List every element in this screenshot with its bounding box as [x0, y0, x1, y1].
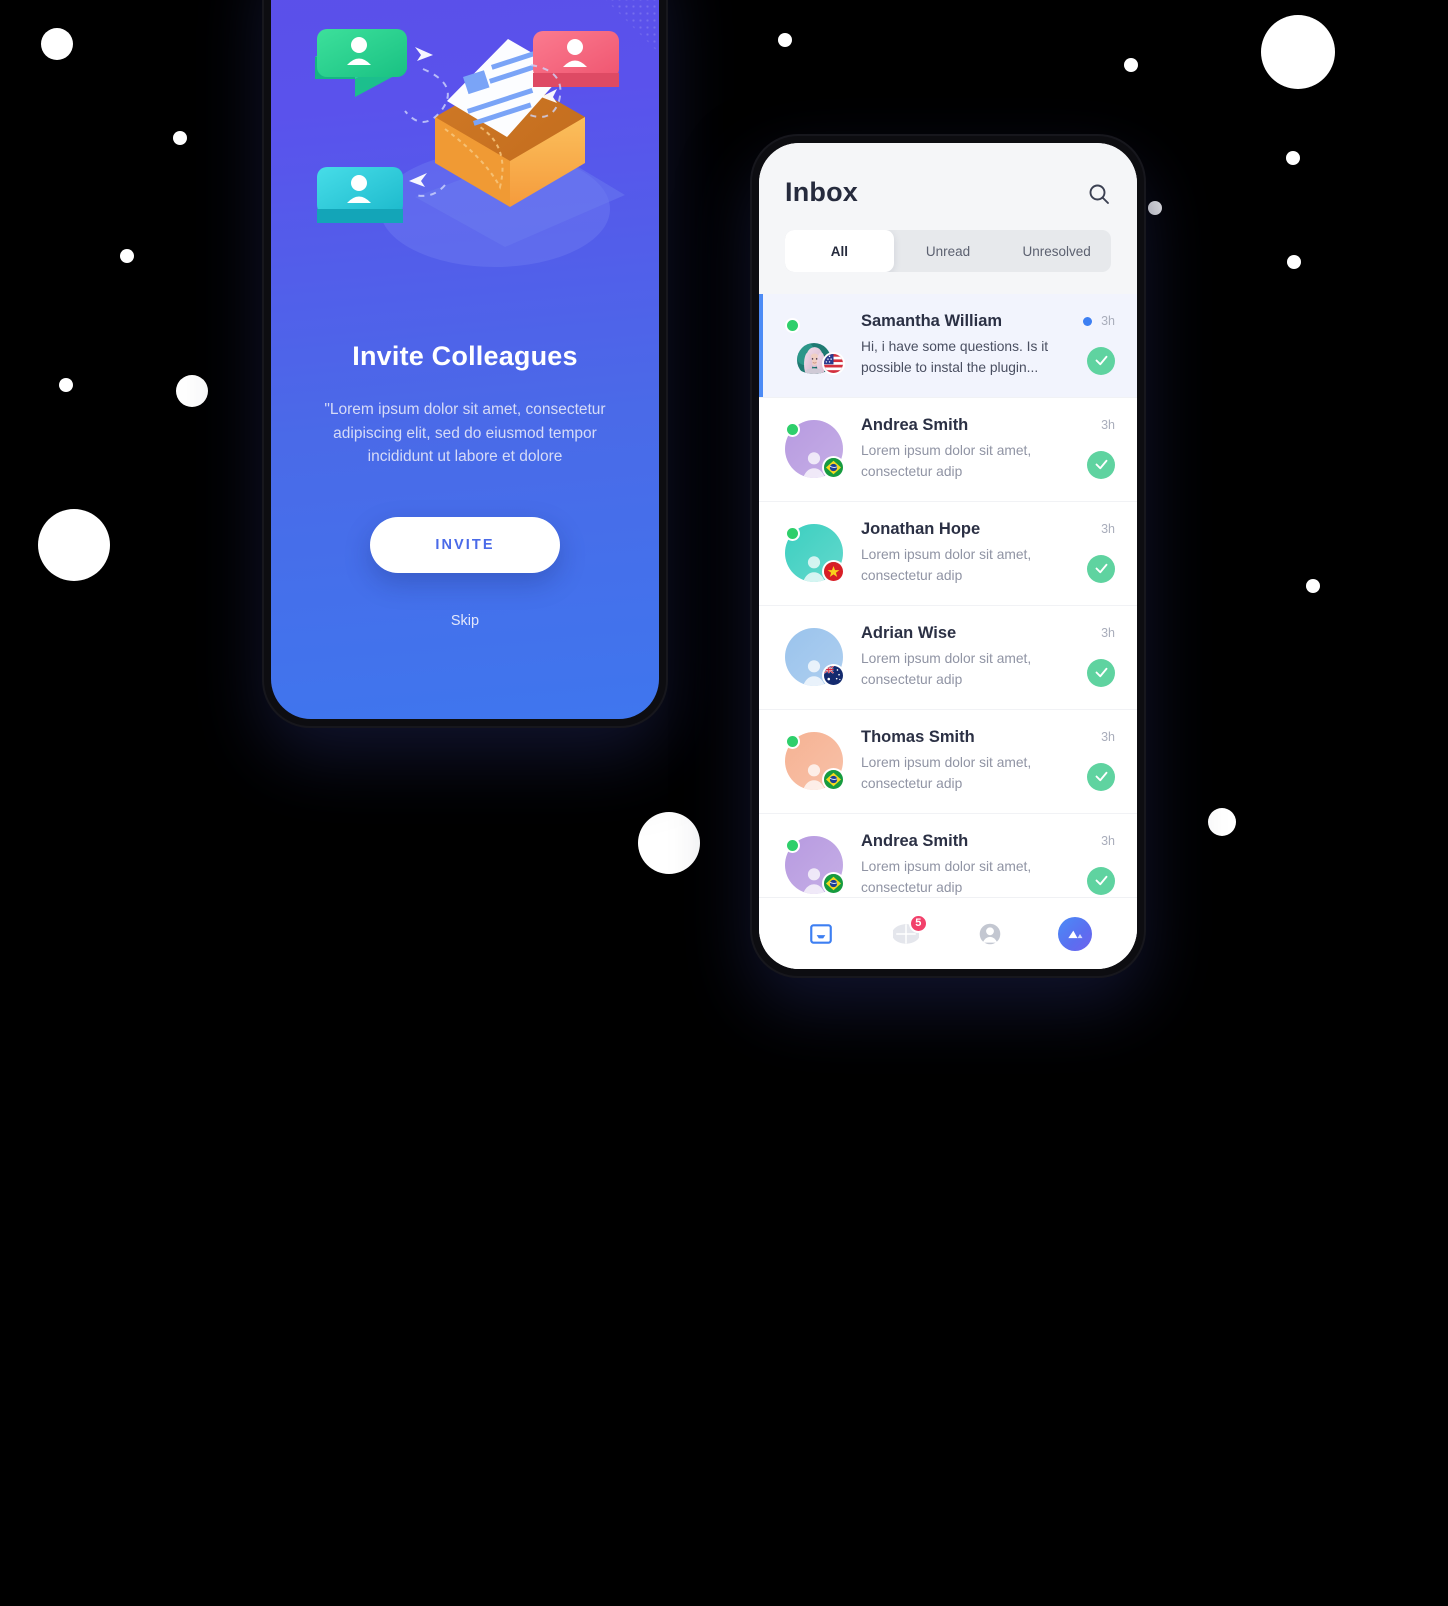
- message-timestamp: 3h: [1101, 625, 1115, 640]
- tab-unresolved[interactable]: Unresolved: [1002, 230, 1111, 272]
- message-meta: 3h: [1059, 520, 1115, 587]
- avatar: [785, 732, 845, 792]
- message-list: Samantha William Hi, i have some question…: [759, 294, 1137, 897]
- message-sender-name: Andrea Smith: [861, 831, 969, 850]
- avatar: [785, 628, 845, 688]
- message-meta: 3h: [1059, 832, 1115, 897]
- background-dot: [41, 28, 73, 60]
- message-preview: Lorem ipsum dolor sit amet, consectetur …: [861, 546, 1032, 583]
- nav-inbox-icon[interactable]: [799, 912, 843, 956]
- inbox-icon: [808, 921, 834, 947]
- message-meta: 3h: [1059, 728, 1115, 795]
- tab-all[interactable]: All: [785, 230, 894, 272]
- message-preview: Hi, i have some questions. Is it possibl…: [861, 339, 1049, 375]
- message-timestamp: 3h: [1101, 314, 1115, 328]
- message-timestamp: 3h: [1101, 417, 1115, 432]
- flag-br-icon: [822, 456, 845, 480]
- background-dot: [1148, 201, 1162, 215]
- avatar: [785, 524, 845, 584]
- page-root: Invite Colleagues "Lorem ipsum dolor sit…: [0, 0, 1448, 1606]
- message-sender-name: Thomas Smith: [861, 727, 975, 746]
- resolved-check-icon[interactable]: [1087, 866, 1115, 895]
- message-preview: Lorem ipsum dolor sit amet, consectetur …: [861, 858, 1032, 895]
- background-dot: [1208, 808, 1236, 836]
- nav-person-icon[interactable]: [968, 912, 1012, 956]
- message-timestamp: 3h: [1101, 521, 1115, 536]
- message-body: Samantha William Hi, i have some question…: [861, 312, 1059, 379]
- page-title: Inbox: [785, 177, 858, 207]
- message-body: Adrian Wise Lorem ipsum dolor sit amet, c…: [861, 624, 1059, 691]
- message-meta: 3h: [1059, 416, 1115, 483]
- invite-subtitle: "Lorem ipsum dolor sit amet, consectetur…: [324, 401, 606, 466]
- background-dot: [638, 812, 700, 874]
- background-dot: [1306, 579, 1320, 593]
- page-title: Invite Colleagues: [352, 341, 578, 371]
- invite-button[interactable]: INVITE: [370, 516, 560, 573]
- message-body: Andrea Smith Lorem ipsum dolor sit amet, …: [861, 416, 1059, 483]
- resolved-check-icon[interactable]: [1087, 762, 1115, 791]
- message-sender-name: Jonathan Hope: [861, 519, 981, 538]
- message-body: Jonathan Hope Lorem ipsum dolor sit amet,…: [861, 520, 1059, 587]
- message-preview: Lorem ipsum dolor sit amet, consectetur …: [861, 754, 1032, 791]
- invite-colleagues-screen: Invite Colleagues "Lorem ipsum dolor sit…: [271, 0, 659, 719]
- message-timestamp: 3h: [1101, 833, 1115, 848]
- envelope-invitation-illustration: [295, 0, 635, 299]
- notification-badge: 5: [908, 913, 928, 933]
- flag-au-icon: [822, 664, 845, 688]
- bottom-navigation: 5: [759, 897, 1137, 969]
- avatar: [785, 836, 845, 896]
- background-dot: [176, 375, 208, 407]
- message-row[interactable]: Andrea Smith Lorem ipsum dolor sit amet, …: [759, 814, 1137, 897]
- background-dot: [1261, 15, 1335, 89]
- background-dot: [1287, 255, 1301, 269]
- search-icon[interactable]: [1087, 180, 1111, 206]
- message-meta: 3h: [1059, 624, 1115, 691]
- message-sender-name: Adrian Wise: [861, 623, 957, 642]
- unread-indicator-dot: [1083, 316, 1093, 326]
- inbox-topbar: Inbox: [785, 177, 1111, 208]
- app-logo-icon: [1057, 916, 1092, 951]
- flag-br-icon: [822, 872, 845, 896]
- inbox-header: Inbox All Unread Unresolved: [759, 143, 1137, 294]
- nav-globe-icon[interactable]: 5: [884, 912, 928, 956]
- background-dot: [173, 131, 187, 145]
- avatar: [785, 420, 845, 480]
- resolved-check-icon[interactable]: [1087, 346, 1115, 375]
- background-dot: [59, 378, 73, 392]
- resolved-check-icon[interactable]: [1087, 450, 1115, 479]
- message-row[interactable]: Adrian Wise Lorem ipsum dolor sit amet, c…: [759, 606, 1137, 710]
- right-phone-frame: Inbox All Unread Unresolved Samantha Wil…: [752, 136, 1144, 976]
- left-phone-frame: Invite Colleagues "Lorem ipsum dolor sit…: [264, 0, 666, 726]
- tab-unread[interactable]: Unread: [894, 230, 1003, 272]
- flag-us-icon: [822, 352, 845, 376]
- background-dot: [38, 509, 110, 581]
- person-icon: [977, 921, 1003, 947]
- avatar: [785, 316, 845, 376]
- background-dot: [1286, 151, 1300, 165]
- message-meta: 3h: [1059, 312, 1115, 379]
- message-timestamp: 3h: [1101, 729, 1115, 744]
- message-row[interactable]: Samantha William Hi, i have some question…: [759, 294, 1137, 398]
- inbox-filter-tabs: All Unread Unresolved: [785, 230, 1111, 272]
- message-sender-name: Samantha William: [861, 312, 1003, 330]
- background-dot: [778, 33, 792, 47]
- message-preview: Lorem ipsum dolor sit amet, consectetur …: [861, 650, 1032, 687]
- message-row[interactable]: Andrea Smith Lorem ipsum dolor sit amet, …: [759, 398, 1137, 502]
- message-body: Thomas Smith Lorem ipsum dolor sit amet, …: [861, 728, 1059, 795]
- resolved-check-icon[interactable]: [1087, 658, 1115, 687]
- flag-vn-icon: [822, 560, 845, 584]
- message-preview: Lorem ipsum dolor sit amet, consectetur …: [861, 442, 1032, 479]
- skip-link[interactable]: Skip: [451, 613, 479, 629]
- message-sender-name: Andrea Smith: [861, 415, 969, 434]
- message-row[interactable]: Thomas Smith Lorem ipsum dolor sit amet, …: [759, 710, 1137, 814]
- background-dot: [1124, 58, 1138, 72]
- flag-br-icon: [822, 768, 845, 792]
- message-row[interactable]: Jonathan Hope Lorem ipsum dolor sit amet,…: [759, 502, 1137, 606]
- background-dot: [120, 249, 134, 263]
- message-body: Andrea Smith Lorem ipsum dolor sit amet, …: [861, 832, 1059, 897]
- inbox-screen: Inbox All Unread Unresolved Samantha Wil…: [759, 143, 1137, 969]
- nav-app-logo-icon[interactable]: [1053, 912, 1097, 956]
- resolved-check-icon[interactable]: [1087, 554, 1115, 583]
